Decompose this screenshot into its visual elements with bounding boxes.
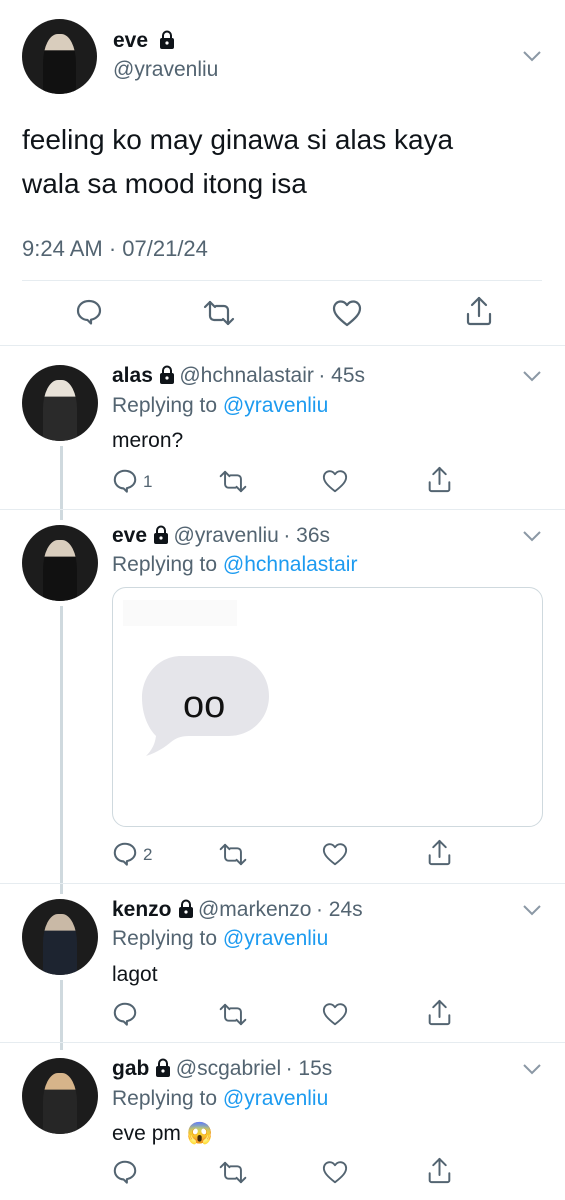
tweet-text: feeling ko may ginawa si alas kaya wala … bbox=[22, 118, 453, 206]
screaming-face-emoji: 😱 bbox=[186, 1122, 213, 1145]
share-icon[interactable] bbox=[465, 296, 493, 326]
reply-header: kenzo @markenzo · 24s bbox=[112, 898, 363, 922]
retweet-icon[interactable] bbox=[218, 1161, 248, 1184]
bubble-text: oo bbox=[183, 684, 226, 726]
share-icon[interactable] bbox=[427, 1157, 452, 1184]
thread-line bbox=[60, 606, 63, 894]
lock-icon bbox=[154, 525, 169, 544]
replying-to: Replying to @hchnalastair bbox=[112, 553, 357, 577]
reply-icon[interactable] bbox=[112, 841, 138, 867]
tweet-text-line: wala sa mood itong isa bbox=[22, 168, 307, 199]
avatar[interactable] bbox=[22, 19, 97, 94]
author-handle[interactable]: @yravenliu bbox=[174, 524, 279, 547]
author-handle[interactable]: @markenzo bbox=[198, 898, 312, 921]
reply-text: eve pm bbox=[112, 1122, 181, 1145]
replying-to-link[interactable]: @yravenliu bbox=[223, 927, 328, 950]
chevron-down-icon[interactable] bbox=[523, 530, 541, 542]
avatar[interactable] bbox=[22, 525, 98, 601]
reply-text-row: eve pm 😱 bbox=[112, 1122, 213, 1146]
thread-line bbox=[60, 980, 63, 1050]
retweet-icon[interactable] bbox=[218, 843, 248, 866]
like-icon[interactable] bbox=[322, 1160, 348, 1184]
author-handle[interactable]: @scgabriel bbox=[176, 1057, 281, 1080]
reply-icon[interactable] bbox=[112, 1001, 138, 1027]
divider bbox=[0, 509, 565, 510]
replying-to-link[interactable]: @hchnalastair bbox=[223, 553, 358, 576]
author-name[interactable]: eve bbox=[112, 524, 147, 547]
replying-label: Replying to bbox=[112, 1087, 218, 1110]
media-card[interactable]: oo bbox=[112, 587, 543, 827]
reply-icon[interactable] bbox=[75, 298, 103, 326]
replying-label: Replying to bbox=[112, 553, 218, 576]
chevron-down-icon[interactable] bbox=[523, 370, 541, 382]
media-artifact bbox=[123, 600, 237, 626]
share-icon[interactable] bbox=[427, 839, 452, 866]
replying-to-link[interactable]: @yravenliu bbox=[223, 394, 328, 417]
like-icon[interactable] bbox=[322, 1002, 348, 1026]
chevron-down-icon[interactable] bbox=[523, 1063, 541, 1075]
share-icon[interactable] bbox=[427, 999, 452, 1026]
tweet-text-line: feeling ko may ginawa si alas kaya bbox=[22, 124, 454, 155]
author-name[interactable]: gab bbox=[112, 1057, 149, 1080]
replying-to-link[interactable]: @yravenliu bbox=[223, 1087, 328, 1110]
share-icon[interactable] bbox=[427, 466, 452, 493]
lock-icon bbox=[178, 899, 193, 918]
replying-to: Replying to @yravenliu bbox=[112, 394, 328, 418]
replying-label: Replying to bbox=[112, 927, 218, 950]
reply-icon[interactable] bbox=[112, 468, 138, 494]
reply-count: 1 bbox=[143, 472, 153, 491]
retweet-icon[interactable] bbox=[202, 300, 236, 326]
reply-header: eve @yravenliu · 36s bbox=[112, 524, 330, 548]
like-icon[interactable] bbox=[322, 842, 348, 866]
reply-count: 2 bbox=[143, 845, 153, 864]
author-handle[interactable]: @hchnalastair bbox=[179, 364, 314, 387]
reply-time: · 24s bbox=[315, 898, 363, 921]
reply-text: meron? bbox=[112, 429, 184, 452]
reply-time: · 36s bbox=[283, 524, 330, 547]
retweet-icon[interactable] bbox=[218, 470, 248, 493]
lock-icon bbox=[159, 30, 174, 49]
reply-time: · 15s bbox=[285, 1057, 333, 1080]
reply-header: gab @scgabriel · 15s bbox=[112, 1057, 332, 1081]
lock-icon bbox=[159, 365, 174, 384]
avatar[interactable] bbox=[22, 1058, 98, 1134]
chevron-down-icon[interactable] bbox=[523, 50, 541, 62]
avatar[interactable] bbox=[22, 365, 98, 441]
reply-header: alas @hchnalastair · 45s bbox=[112, 364, 365, 388]
like-icon[interactable] bbox=[322, 469, 348, 493]
author-row: eve bbox=[113, 29, 175, 53]
avatar[interactable] bbox=[22, 899, 98, 975]
reply-time: · 45s bbox=[318, 364, 366, 387]
replying-label: Replying to bbox=[112, 394, 218, 417]
author-name[interactable]: eve bbox=[113, 29, 148, 52]
reply-text: lagot bbox=[112, 963, 158, 986]
author-handle[interactable]: @yravenliu bbox=[113, 58, 218, 82]
divider bbox=[22, 280, 542, 281]
like-icon[interactable] bbox=[332, 299, 362, 327]
divider bbox=[0, 1042, 565, 1043]
replying-to: Replying to @yravenliu bbox=[112, 927, 328, 951]
retweet-icon[interactable] bbox=[218, 1003, 248, 1026]
chevron-down-icon[interactable] bbox=[523, 904, 541, 916]
author-name[interactable]: alas bbox=[112, 364, 153, 387]
divider bbox=[0, 345, 565, 346]
tweet-timestamp[interactable]: 9:24 AM · 07/21/24 bbox=[22, 236, 208, 262]
author-name[interactable]: kenzo bbox=[112, 898, 172, 921]
divider bbox=[0, 883, 565, 884]
lock-icon bbox=[156, 1058, 171, 1077]
replying-to: Replying to @yravenliu bbox=[112, 1087, 328, 1111]
reply-icon[interactable] bbox=[112, 1159, 138, 1185]
